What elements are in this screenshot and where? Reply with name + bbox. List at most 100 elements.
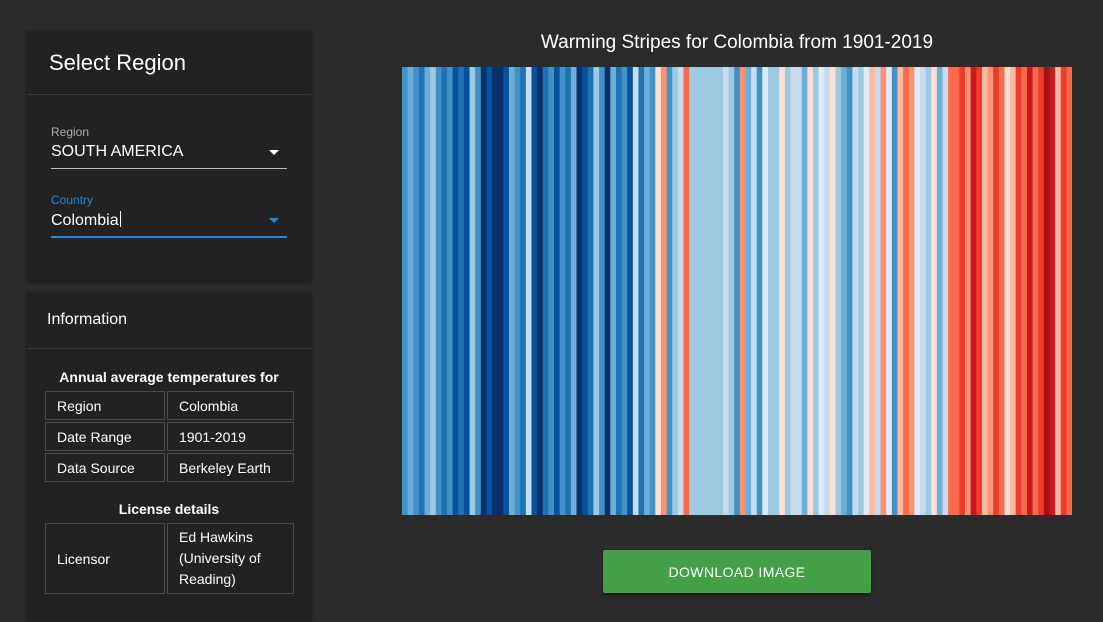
stripe bbox=[683, 67, 690, 515]
stripe bbox=[1043, 67, 1051, 515]
stripe bbox=[452, 67, 459, 515]
stripe bbox=[475, 67, 482, 515]
stripe bbox=[1038, 67, 1045, 515]
stripe bbox=[531, 67, 538, 515]
stripe bbox=[897, 67, 904, 515]
stripe bbox=[993, 67, 1000, 515]
stripe bbox=[514, 67, 521, 515]
stripe bbox=[970, 67, 977, 515]
stripe bbox=[711, 67, 718, 515]
stripe bbox=[497, 67, 504, 515]
stripe bbox=[638, 67, 645, 515]
stripe bbox=[722, 67, 730, 515]
license-table: Licensor Ed Hawkins (University of Readi… bbox=[43, 521, 296, 596]
license-value: Ed Hawkins (University of Reading) bbox=[167, 523, 294, 594]
stripe bbox=[813, 67, 820, 515]
country-field[interactable]: Country Colombia bbox=[51, 193, 287, 238]
stripe bbox=[486, 67, 493, 515]
stripe bbox=[1015, 67, 1022, 515]
stripe bbox=[1004, 67, 1011, 515]
stripe bbox=[829, 67, 837, 515]
stripe bbox=[542, 67, 549, 515]
stripe bbox=[807, 67, 814, 515]
stripe bbox=[796, 67, 803, 515]
stripe bbox=[779, 67, 786, 515]
stripe bbox=[694, 67, 702, 515]
stripe bbox=[554, 67, 561, 515]
stripe bbox=[734, 67, 741, 515]
stripe bbox=[441, 67, 448, 515]
stripe bbox=[424, 67, 431, 515]
stripe bbox=[846, 67, 854, 515]
stripe bbox=[1021, 67, 1028, 515]
stripe bbox=[576, 67, 583, 515]
stripe bbox=[976, 67, 983, 515]
stripe bbox=[463, 67, 471, 515]
stripe bbox=[610, 67, 617, 515]
stripe bbox=[965, 67, 972, 515]
country-input[interactable]: Colombia bbox=[51, 211, 287, 238]
stripe bbox=[728, 67, 735, 515]
stripe bbox=[666, 67, 673, 515]
download-image-button[interactable]: DOWNLOAD IMAGE bbox=[603, 550, 871, 593]
warming-stripes-chart bbox=[402, 67, 1072, 515]
stripe bbox=[587, 67, 595, 515]
table-row: Licensor Ed Hawkins (University of Readi… bbox=[45, 523, 294, 594]
table-row: Region Colombia bbox=[45, 391, 294, 420]
stripe bbox=[914, 67, 921, 515]
stripe bbox=[841, 67, 848, 515]
stripe bbox=[559, 67, 566, 515]
region-select[interactable]: SOUTH AMERICA bbox=[51, 143, 287, 169]
stripe bbox=[1026, 67, 1034, 515]
details-value: Colombia bbox=[167, 391, 294, 420]
stripe bbox=[886, 67, 893, 515]
stripe bbox=[745, 67, 752, 515]
stripe bbox=[948, 67, 955, 515]
license-key: Licensor bbox=[45, 523, 165, 594]
stripe bbox=[593, 67, 600, 515]
stripe bbox=[891, 67, 899, 515]
stripe bbox=[919, 67, 927, 515]
details-table: Region Colombia Date Range 1901-2019 Dat… bbox=[43, 389, 296, 484]
stripe bbox=[548, 67, 555, 515]
stripe bbox=[818, 67, 825, 515]
stripe bbox=[480, 67, 488, 515]
stripe bbox=[615, 67, 623, 515]
dropdown-arrow-icon[interactable] bbox=[269, 218, 279, 223]
stripe bbox=[1055, 67, 1062, 515]
stripe bbox=[599, 67, 606, 515]
stripe bbox=[903, 67, 910, 515]
stripe bbox=[632, 67, 640, 515]
license-heading: License details bbox=[118, 501, 220, 517]
stripe bbox=[520, 67, 527, 515]
country-value: Colombia bbox=[51, 212, 119, 229]
details-key: Data Source bbox=[45, 453, 165, 482]
details-value: Berkeley Earth bbox=[167, 453, 294, 482]
region-value: SOUTH AMERICA bbox=[51, 143, 184, 160]
stripe bbox=[925, 67, 932, 515]
stripe bbox=[931, 67, 938, 515]
region-field[interactable]: Region SOUTH AMERICA bbox=[51, 125, 287, 169]
table-row: Data Source Berkeley Earth bbox=[45, 453, 294, 482]
stripe bbox=[621, 67, 628, 515]
stripe bbox=[739, 67, 747, 515]
select-region-title: Select Region bbox=[27, 31, 311, 95]
annual-heading: Annual average temperatures for bbox=[59, 369, 279, 385]
stripe bbox=[407, 67, 414, 515]
stripe bbox=[525, 67, 533, 515]
dropdown-arrow-icon[interactable] bbox=[269, 150, 279, 155]
stripe bbox=[660, 67, 668, 515]
stripe bbox=[677, 67, 685, 515]
stripe bbox=[953, 67, 960, 515]
stripe bbox=[784, 67, 792, 515]
stripe bbox=[981, 67, 989, 515]
stripe bbox=[655, 67, 662, 515]
stripe bbox=[908, 67, 915, 515]
stripe bbox=[672, 67, 679, 515]
stripe bbox=[1066, 67, 1072, 515]
stripe bbox=[751, 67, 758, 515]
stripe bbox=[942, 67, 949, 515]
stripe bbox=[508, 67, 516, 515]
stripe bbox=[435, 67, 443, 515]
stripe bbox=[503, 67, 510, 515]
